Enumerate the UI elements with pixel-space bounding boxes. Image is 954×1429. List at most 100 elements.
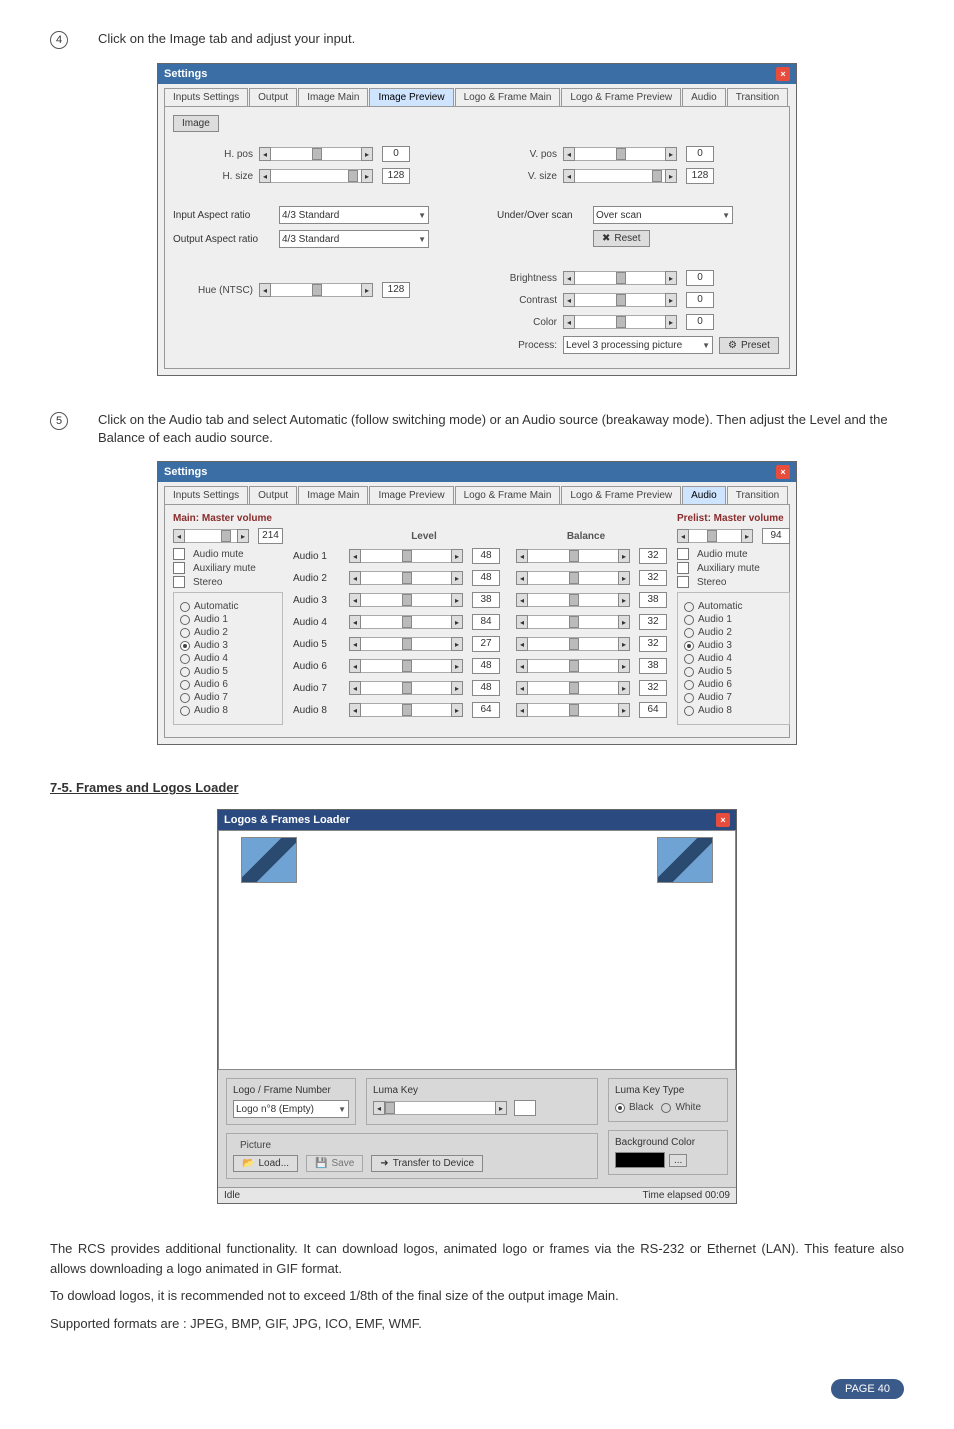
radio-audio-5[interactable]: Audio 5: [684, 666, 783, 677]
balance-slider[interactable]: ◂▸: [516, 681, 630, 695]
vsize-value[interactable]: 128: [686, 168, 714, 184]
main-volume-value[interactable]: 214: [258, 528, 283, 544]
output-aspect-select[interactable]: 4/3 Standard▼: [279, 230, 429, 248]
main-volume-slider[interactable]: ◂▸: [173, 529, 249, 543]
balance-slider[interactable]: ◂▸: [516, 549, 630, 563]
level-slider[interactable]: ◂▸: [349, 703, 463, 717]
radio-audio-6[interactable]: Audio 6: [180, 679, 276, 690]
aux-mute-check-r[interactable]: Auxiliary mute: [677, 562, 790, 574]
radio-audio-1[interactable]: Audio 1: [684, 614, 783, 625]
radio-audio-2[interactable]: Audio 2: [684, 627, 783, 638]
radio-automatic[interactable]: Automatic: [180, 601, 276, 612]
tab-inputs-settings[interactable]: Inputs Settings: [164, 486, 248, 504]
hsize-slider[interactable]: ◂▸: [259, 169, 373, 183]
hue-value[interactable]: 128: [382, 282, 410, 298]
hpos-slider[interactable]: ◂▸: [259, 147, 373, 161]
radio-audio-7[interactable]: Audio 7: [684, 692, 783, 703]
load-button[interactable]: 📂Load...: [233, 1155, 298, 1172]
level-value[interactable]: 38: [472, 592, 500, 608]
tab-image-main[interactable]: Image Main: [298, 88, 368, 106]
balance-value[interactable]: 32: [639, 636, 667, 652]
balance-value[interactable]: 32: [639, 570, 667, 586]
tab-transition[interactable]: Transition: [727, 88, 789, 106]
aux-mute-check[interactable]: Auxiliary mute: [173, 562, 283, 574]
logo-frame-number-select[interactable]: Logo n°8 (Empty)▼: [233, 1100, 349, 1118]
input-aspect-select[interactable]: 4/3 Standard▼: [279, 206, 429, 224]
bg-color-picker-button[interactable]: ...: [669, 1154, 687, 1167]
under-over-select[interactable]: Over scan▼: [593, 206, 733, 224]
stereo-check-r[interactable]: Stereo: [677, 576, 790, 588]
save-button[interactable]: 💾Save: [306, 1155, 363, 1172]
luma-key-slider[interactable]: ◂▸: [373, 1101, 507, 1115]
radio-audio-4[interactable]: Audio 4: [684, 653, 783, 664]
brightness-value[interactable]: 0: [686, 270, 714, 286]
level-value[interactable]: 84: [472, 614, 500, 630]
balance-value[interactable]: 32: [639, 548, 667, 564]
preset-button[interactable]: ⚙Preset: [719, 337, 779, 354]
contrast-slider[interactable]: ◂▸: [563, 293, 677, 307]
radio-audio-5[interactable]: Audio 5: [180, 666, 276, 677]
tab-logo-frame-preview[interactable]: Logo & Frame Preview: [561, 88, 681, 106]
level-value[interactable]: 64: [472, 702, 500, 718]
level-value[interactable]: 48: [472, 658, 500, 674]
radio-audio-3[interactable]: Audio 3: [684, 640, 783, 651]
level-slider[interactable]: ◂▸: [349, 615, 463, 629]
balance-value[interactable]: 38: [639, 658, 667, 674]
balance-value[interactable]: 32: [639, 680, 667, 696]
level-value[interactable]: 48: [472, 548, 500, 564]
luma-black-radio[interactable]: Black: [615, 1102, 653, 1113]
tab-output[interactable]: Output: [249, 88, 297, 106]
level-slider[interactable]: ◂▸: [349, 571, 463, 585]
tab-logo-frame-preview[interactable]: Logo & Frame Preview: [561, 486, 681, 504]
level-slider[interactable]: ◂▸: [349, 637, 463, 651]
radio-audio-3[interactable]: Audio 3: [180, 640, 276, 651]
radio-audio-7[interactable]: Audio 7: [180, 692, 276, 703]
audio-mute-check-r[interactable]: Audio mute: [677, 548, 790, 560]
radio-automatic[interactable]: Automatic: [684, 601, 783, 612]
hue-slider[interactable]: ◂▸: [259, 283, 373, 297]
tab-output[interactable]: Output: [249, 486, 297, 504]
tab-image-preview[interactable]: Image Preview: [369, 88, 453, 106]
radio-audio-1[interactable]: Audio 1: [180, 614, 276, 625]
tab-logo-frame-main[interactable]: Logo & Frame Main: [455, 88, 561, 106]
level-value[interactable]: 48: [472, 680, 500, 696]
level-value[interactable]: 48: [472, 570, 500, 586]
prelist-volume-slider[interactable]: ◂▸: [677, 529, 753, 543]
tab-image-preview[interactable]: Image Preview: [369, 486, 453, 504]
reset-button[interactable]: ✖Reset: [593, 230, 650, 247]
tab-transition[interactable]: Transition: [727, 486, 789, 504]
balance-value[interactable]: 64: [639, 702, 667, 718]
balance-slider[interactable]: ◂▸: [516, 637, 630, 651]
level-value[interactable]: 27: [472, 636, 500, 652]
balance-slider[interactable]: ◂▸: [516, 593, 630, 607]
vpos-value[interactable]: 0: [686, 146, 714, 162]
vpos-slider[interactable]: ◂▸: [563, 147, 677, 161]
color-slider[interactable]: ◂▸: [563, 315, 677, 329]
tab-audio[interactable]: Audio: [682, 486, 726, 504]
radio-audio-2[interactable]: Audio 2: [180, 627, 276, 638]
tab-image-main[interactable]: Image Main: [298, 486, 368, 504]
luma-white-radio[interactable]: White: [661, 1102, 701, 1113]
image-sub-button[interactable]: Image: [173, 115, 219, 132]
vsize-slider[interactable]: ◂▸: [563, 169, 677, 183]
radio-audio-4[interactable]: Audio 4: [180, 653, 276, 664]
radio-audio-6[interactable]: Audio 6: [684, 679, 783, 690]
prelist-volume-value[interactable]: 94: [762, 528, 790, 544]
brightness-slider[interactable]: ◂▸: [563, 271, 677, 285]
balance-value[interactable]: 32: [639, 614, 667, 630]
level-slider[interactable]: ◂▸: [349, 681, 463, 695]
tab-inputs-settings[interactable]: Inputs Settings: [164, 88, 248, 106]
level-slider[interactable]: ◂▸: [349, 659, 463, 673]
hsize-value[interactable]: 128: [382, 168, 410, 184]
process-select[interactable]: Level 3 processing picture▼: [563, 336, 713, 354]
tab-logo-frame-main[interactable]: Logo & Frame Main: [455, 486, 561, 504]
balance-slider[interactable]: ◂▸: [516, 703, 630, 717]
bg-color-swatch[interactable]: [615, 1152, 665, 1168]
audio-mute-check[interactable]: Audio mute: [173, 548, 283, 560]
contrast-value[interactable]: 0: [686, 292, 714, 308]
level-slider[interactable]: ◂▸: [349, 549, 463, 563]
balance-slider[interactable]: ◂▸: [516, 571, 630, 585]
hpos-value[interactable]: 0: [382, 146, 410, 162]
close-icon[interactable]: ×: [776, 67, 790, 81]
tab-audio[interactable]: Audio: [682, 88, 726, 106]
